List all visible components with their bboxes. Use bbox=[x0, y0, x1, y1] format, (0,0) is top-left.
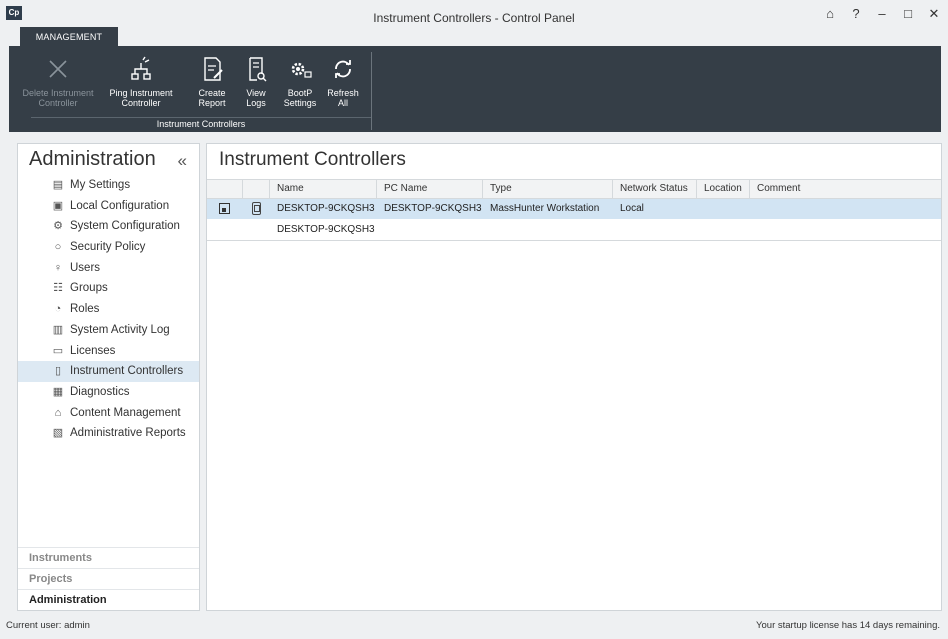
sidebar-item-label: Instrument Controllers bbox=[70, 365, 184, 378]
cell-pc-name: DESKTOP-9CKQSH3 bbox=[384, 203, 482, 214]
tab-management[interactable]: MANAGEMENT bbox=[20, 27, 118, 47]
column-header-location[interactable]: Location bbox=[697, 180, 750, 198]
sidebar-item-label: Licenses bbox=[70, 344, 116, 357]
sidebar-item-label: Security Policy bbox=[70, 241, 146, 254]
sidebar-item-label: Roles bbox=[70, 303, 100, 316]
column-header-type[interactable]: Type bbox=[483, 180, 613, 198]
column-header-comment[interactable]: Comment bbox=[750, 180, 941, 198]
sidebar-item-label: Users bbox=[70, 261, 101, 274]
network-ping-icon bbox=[131, 56, 151, 80]
refresh-all-button[interactable]: Refresh All bbox=[325, 54, 361, 108]
sidebar-item-system-activity-log[interactable]: ▥ System Activity Log bbox=[18, 320, 199, 341]
sidebar-nav: ▤ My Settings ▣ Local Configuration ⚙ System … bbox=[18, 175, 199, 444]
roles-icon: ◔ bbox=[54, 303, 62, 316]
sidebar-item-diagnostics[interactable]: ▦ Diagnostics bbox=[18, 382, 199, 403]
bootp-settings-icon bbox=[291, 62, 312, 78]
cell-name: DESKTOP-9CKQSH3 bbox=[277, 203, 375, 214]
instrument-controllers-table: Name PC Name Type Network Status Locatio… bbox=[207, 179, 941, 241]
ribbon-separator bbox=[371, 52, 372, 130]
maximize-icon[interactable]: □ bbox=[902, 6, 914, 22]
administrative-reports-icon: ▧ bbox=[52, 427, 64, 440]
collapse-sidebar-button[interactable]: « bbox=[178, 151, 187, 171]
instrument-controller-icon: ▯ bbox=[54, 365, 62, 378]
sidebar-item-system-configuration[interactable]: ⚙ System Configuration bbox=[18, 216, 199, 237]
sidebar-item-label: My Settings bbox=[70, 179, 131, 191]
local-configuration-icon: ▣ bbox=[52, 199, 64, 212]
shield-icon: ○ bbox=[54, 241, 62, 254]
create-report-icon bbox=[204, 57, 223, 81]
column-header-pc-name[interactable]: PC Name bbox=[377, 180, 483, 198]
sidebar-item-users[interactable]: ♀ Users bbox=[18, 258, 199, 279]
lock-icon[interactable]: ⌂ bbox=[824, 6, 836, 22]
main-panel: Instrument Controllers Name PC Name Type… bbox=[206, 143, 942, 611]
create-report-button[interactable]: Create Report bbox=[195, 54, 229, 108]
my-settings-icon: ▤ bbox=[52, 179, 64, 191]
user-icon: ♀ bbox=[53, 261, 63, 274]
cell-comment bbox=[750, 199, 941, 219]
sidebar-item-label: Groups bbox=[70, 282, 108, 295]
delete-icon bbox=[49, 60, 67, 78]
diagnostics-icon: ▦ bbox=[52, 385, 64, 398]
sidebar-item-label: Administrative Reports bbox=[70, 427, 186, 440]
cell-type: MassHunter Workstation bbox=[490, 203, 600, 214]
ribbon: Delete Instrument Controller Ping Instru… bbox=[9, 46, 941, 132]
row-detail: DESKTOP-9CKQSH3 bbox=[207, 219, 941, 241]
edit-row-icon[interactable] bbox=[219, 203, 230, 214]
current-user-status: Current user: admin bbox=[6, 620, 90, 631]
sidebar: Administration « ▤ My Settings ▣ Local Conf… bbox=[17, 143, 200, 611]
column-header-icon[interactable] bbox=[243, 180, 270, 198]
sidebar-item-label: Diagnostics bbox=[70, 385, 130, 398]
page-title: Instrument Controllers bbox=[219, 149, 406, 170]
bootp-settings-button[interactable]: BootP Settings bbox=[279, 54, 321, 108]
minimize-icon[interactable]: – bbox=[876, 6, 888, 22]
sidebar-item-roles[interactable]: ◔ Roles bbox=[18, 299, 199, 320]
status-bar: Current user: admin Your startup license… bbox=[0, 615, 948, 639]
sidebar-item-instrument-controllers[interactable]: ▯ Instrument Controllers bbox=[18, 361, 199, 382]
sidebar-bottom-nav: Instruments Projects Administration bbox=[18, 547, 199, 610]
sidebar-section-administration[interactable]: Administration bbox=[18, 589, 199, 610]
sidebar-item-groups[interactable]: ☷ Groups bbox=[18, 278, 199, 299]
refresh-icon bbox=[335, 60, 351, 78]
sidebar-section-projects[interactable]: Projects bbox=[18, 568, 199, 589]
column-header-network-status[interactable]: Network Status bbox=[613, 180, 697, 198]
sidebar-item-licenses[interactable]: ▭ Licenses bbox=[18, 341, 199, 362]
delete-instrument-controller-button[interactable]: Delete Instrument Controller bbox=[17, 54, 99, 108]
column-header-edit[interactable] bbox=[207, 180, 243, 198]
gear-icon: ⚙ bbox=[53, 220, 63, 233]
sidebar-item-label: System Configuration bbox=[70, 220, 180, 233]
group-icon: ☷ bbox=[53, 282, 63, 295]
sidebar-item-local-configuration[interactable]: ▣ Local Configuration bbox=[18, 196, 199, 217]
sidebar-item-label: Local Configuration bbox=[70, 199, 170, 212]
sidebar-section-instruments[interactable]: Instruments bbox=[18, 547, 199, 568]
sidebar-item-content-management[interactable]: ⌂ Content Management bbox=[18, 403, 199, 424]
title-bar: Cp Instrument Controllers - Control Pane… bbox=[0, 0, 948, 47]
column-header-name[interactable]: Name bbox=[270, 180, 377, 198]
table-header: Name PC Name Type Network Status Locatio… bbox=[207, 179, 941, 199]
sidebar-item-security-policy[interactable]: ○ Security Policy bbox=[18, 237, 199, 258]
instrument-controller-icon bbox=[252, 202, 261, 215]
sidebar-item-label: System Activity Log bbox=[70, 323, 170, 336]
ribbon-group-label: Instrument Controllers bbox=[31, 117, 371, 131]
close-icon[interactable]: ✕ bbox=[928, 6, 940, 22]
license-icon: ▭ bbox=[52, 344, 64, 357]
window-controls: ⌂ ? – □ ✕ bbox=[824, 6, 940, 22]
view-logs-icon bbox=[249, 57, 267, 82]
cell-location bbox=[697, 199, 750, 219]
sidebar-item-label: Content Management bbox=[70, 406, 181, 419]
sidebar-item-administrative-reports[interactable]: ▧ Administrative Reports bbox=[18, 423, 199, 444]
content-management-icon: ⌂ bbox=[54, 406, 62, 419]
window-title: Instrument Controllers - Control Panel bbox=[373, 11, 575, 25]
cell-network-status: Local bbox=[620, 203, 644, 214]
activity-log-icon: ▥ bbox=[52, 323, 64, 336]
license-status: Your startup license has 14 days remaini… bbox=[756, 620, 940, 631]
sidebar-title: Administration bbox=[29, 148, 156, 170]
sidebar-item-my-settings[interactable]: ▤ My Settings bbox=[18, 175, 199, 196]
table-row[interactable]: DESKTOP-9CKQSH3 DESKTOP-9CKQSH3 MassHunt… bbox=[207, 199, 941, 219]
ping-instrument-controller-button[interactable]: Ping Instrument Controller bbox=[103, 54, 179, 108]
help-icon[interactable]: ? bbox=[850, 6, 862, 22]
view-logs-button[interactable]: View Logs bbox=[239, 54, 273, 108]
